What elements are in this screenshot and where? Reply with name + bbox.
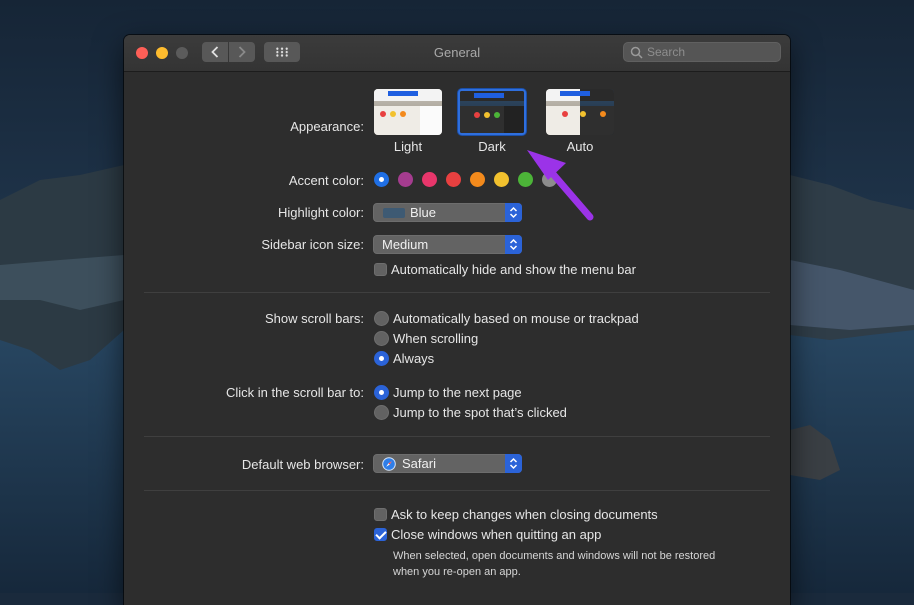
search-icon: [630, 46, 643, 59]
jump-next-page-radio[interactable]: [374, 385, 389, 400]
menu-bar-autohide-label: Automatically hide and show the menu bar: [391, 262, 636, 277]
sidebar-icon-size-popup[interactable]: Medium: [373, 235, 522, 254]
close-windows-hint-line2: when you re-open an app.: [393, 566, 521, 578]
search-field[interactable]: Search: [623, 42, 781, 62]
accent-color-label: Accent color:: [288, 173, 364, 188]
highlight-color-value: Blue: [410, 205, 437, 220]
scroll-bars-when-scrolling-label: When scrolling: [393, 331, 479, 346]
ask-keep-changes-label: Ask to keep changes when closing documen…: [391, 507, 658, 522]
jump-next-page-label: Jump to the next page: [393, 385, 522, 400]
system-preferences-window: General Search Appearance: Light Dark Au…: [124, 35, 790, 605]
accent-color-pink[interactable]: [422, 172, 437, 187]
default-browser-label: Default web browser:: [241, 457, 364, 472]
accent-color-orange[interactable]: [470, 172, 485, 187]
accent-color-yellow[interactable]: [494, 172, 509, 187]
highlight-swatch: [383, 208, 405, 218]
jump-to-spot-radio[interactable]: [374, 405, 389, 420]
separator: [144, 436, 770, 437]
appearance-light-thumbnail[interactable]: [374, 89, 442, 135]
accent-color-red[interactable]: [446, 172, 461, 187]
appearance-auto-thumbnail[interactable]: [546, 89, 614, 135]
separator: [144, 292, 770, 293]
click-scroll-bar-label: Click in the scroll bar to:: [226, 385, 364, 400]
up-down-arrows-icon: [509, 206, 518, 219]
scroll-bars-when-scrolling-radio[interactable]: [374, 331, 389, 346]
highlight-color-label: Highlight color:: [278, 205, 364, 220]
up-down-arrows-icon: [509, 238, 518, 251]
appearance-auto-label: Auto: [566, 139, 594, 154]
default-browser-popup[interactable]: Safari: [373, 454, 522, 473]
menu-bar-autohide-checkbox[interactable]: [374, 263, 387, 276]
appearance-dark-thumbnail[interactable]: [458, 89, 526, 135]
close-windows-checkbox[interactable]: [374, 528, 387, 541]
appearance-light-label: Light: [393, 139, 423, 154]
accent-color-green[interactable]: [518, 172, 533, 187]
close-windows-hint-line1: When selected, open documents and window…: [393, 550, 716, 562]
scroll-bars-always-radio[interactable]: [374, 351, 389, 366]
up-down-arrows-icon: [509, 457, 518, 470]
appearance-dark-label: Dark: [478, 139, 506, 154]
ask-keep-changes-checkbox[interactable]: [374, 508, 387, 521]
accent-color-graphite[interactable]: [542, 172, 557, 187]
sidebar-icon-size-value: Medium: [382, 237, 429, 252]
general-pane: Appearance: Light Dark Auto Accent color…: [124, 72, 790, 605]
highlight-color-popup[interactable]: Blue: [373, 203, 522, 222]
separator: [144, 490, 770, 491]
accent-color-blue[interactable]: [374, 172, 389, 187]
show-scroll-bars-label: Show scroll bars:: [265, 311, 364, 326]
scroll-bars-auto-radio[interactable]: [374, 311, 389, 326]
search-placeholder: Search: [647, 45, 686, 59]
appearance-label: Appearance:: [290, 119, 364, 134]
default-browser-value: Safari: [402, 456, 436, 471]
close-windows-label: Close windows when quitting an app: [391, 527, 602, 542]
jump-to-spot-label: Jump to the spot that’s clicked: [393, 405, 567, 420]
sidebar-icon-size-label: Sidebar icon size:: [261, 237, 364, 252]
scroll-bars-always-label: Always: [393, 351, 435, 366]
title-bar: General Search: [124, 35, 790, 72]
scroll-bars-auto-label: Automatically based on mouse or trackpad: [393, 311, 639, 326]
safari-icon: [382, 457, 396, 471]
accent-color-purple[interactable]: [398, 172, 413, 187]
